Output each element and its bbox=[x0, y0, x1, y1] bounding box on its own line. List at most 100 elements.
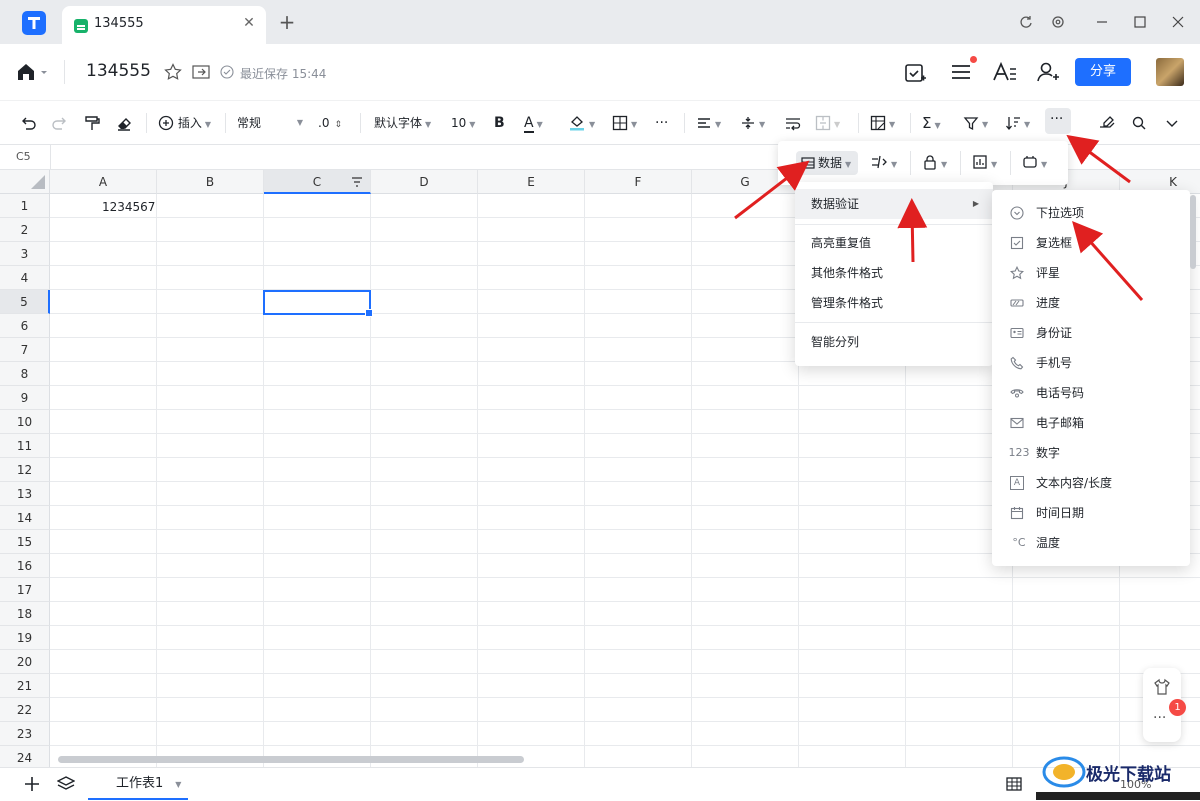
align-left-button[interactable]: ▼ bbox=[696, 113, 721, 133]
undo-icon[interactable] bbox=[20, 113, 36, 133]
column-header-d[interactable]: D bbox=[371, 170, 478, 194]
conditional-format-button[interactable]: ▼ bbox=[870, 113, 895, 133]
row-header-12[interactable]: 12 bbox=[0, 458, 50, 482]
submenu-item-text[interactable]: A 文本内容/长度 bbox=[992, 468, 1190, 498]
row-header-7[interactable]: 7 bbox=[0, 338, 50, 362]
row-header-8[interactable]: 8 bbox=[0, 362, 50, 386]
row-header-24[interactable]: 24 bbox=[0, 746, 50, 767]
sheet-list-icon[interactable] bbox=[57, 776, 75, 792]
row-header-5[interactable]: 5 bbox=[0, 290, 50, 314]
row-header-11[interactable]: 11 bbox=[0, 434, 50, 458]
data-button[interactable]: 数据 ▼ bbox=[796, 151, 858, 175]
font-style-icon[interactable] bbox=[992, 61, 1018, 83]
shirt-icon[interactable] bbox=[1153, 678, 1171, 696]
app-logo-icon[interactable] bbox=[22, 11, 46, 35]
sheet-tab-1[interactable]: 工作表1 ▼ bbox=[88, 768, 188, 800]
horizontal-scrollbar[interactable] bbox=[58, 756, 524, 763]
sort-button[interactable]: ▼ bbox=[1005, 113, 1030, 133]
submenu-item-progress[interactable]: 进度 bbox=[992, 288, 1190, 318]
add-collaborator-icon[interactable] bbox=[1036, 61, 1060, 83]
row-header-14[interactable]: 14 bbox=[0, 506, 50, 530]
collapse-toolbar-icon[interactable] bbox=[1164, 113, 1180, 133]
maximize-icon[interactable] bbox=[1130, 12, 1150, 32]
assistant-icon[interactable] bbox=[1098, 113, 1116, 133]
redo-icon[interactable] bbox=[52, 113, 68, 133]
cell-a1[interactable]: 12345678 bbox=[102, 200, 156, 214]
row-header-22[interactable]: 22 bbox=[0, 698, 50, 722]
chart-button[interactable]: ▼ bbox=[972, 154, 997, 170]
row-header-16[interactable]: 16 bbox=[0, 554, 50, 578]
row-header-18[interactable]: 18 bbox=[0, 602, 50, 626]
more-tools-button[interactable]: ··· bbox=[1045, 108, 1071, 134]
move-to-icon[interactable] bbox=[192, 64, 210, 80]
vertical-scrollbar[interactable] bbox=[1190, 195, 1196, 269]
menu-item-manage-conditional-format[interactable]: 管理条件格式 bbox=[795, 288, 993, 318]
document-title[interactable]: 134555 bbox=[86, 61, 151, 81]
plugin-button[interactable]: ▼ bbox=[1022, 154, 1047, 170]
grid-view-icon[interactable] bbox=[1006, 777, 1022, 791]
filter-button[interactable]: ▼ bbox=[963, 113, 988, 133]
row-header-17[interactable]: 17 bbox=[0, 578, 50, 602]
fill-color-button[interactable]: ▼ bbox=[568, 113, 595, 133]
minimize-icon[interactable] bbox=[1092, 12, 1112, 32]
submenu-item-dropdown-circle[interactable]: 下拉选项 bbox=[992, 198, 1190, 228]
row-header-20[interactable]: 20 bbox=[0, 650, 50, 674]
settings-gear-icon[interactable] bbox=[1048, 12, 1068, 32]
new-tab-button[interactable]: + bbox=[277, 10, 297, 34]
wrap-text-icon[interactable] bbox=[784, 113, 802, 133]
submenu-item-checkbox[interactable]: 复选框 bbox=[992, 228, 1190, 258]
tab-close-icon[interactable]: ✕ bbox=[240, 15, 258, 31]
column-header-a[interactable]: A bbox=[50, 170, 157, 194]
home-icon[interactable] bbox=[16, 62, 50, 82]
search-icon[interactable] bbox=[1131, 113, 1147, 133]
row-header-15[interactable]: 15 bbox=[0, 530, 50, 554]
menu-item-data-validation[interactable]: 数据验证 ▶ bbox=[795, 189, 993, 219]
vertical-align-button[interactable]: ▼ bbox=[740, 113, 765, 133]
font-family-select[interactable]: 默认字体 ▼ bbox=[374, 113, 431, 133]
selected-cell-c5[interactable] bbox=[263, 290, 373, 317]
row-header-10[interactable]: 10 bbox=[0, 410, 50, 434]
number-format-select[interactable]: 常规 ▼ bbox=[237, 113, 303, 133]
cell-reference[interactable]: C5 bbox=[16, 150, 31, 163]
sum-button[interactable]: Σ ▼ bbox=[922, 113, 941, 133]
close-window-icon[interactable] bbox=[1168, 12, 1188, 32]
row-header-1[interactable]: 1 bbox=[0, 194, 50, 218]
submenu-item-telephone[interactable]: 电话号码 bbox=[992, 378, 1190, 408]
select-all-corner[interactable] bbox=[0, 170, 50, 194]
refresh-icon[interactable] bbox=[1016, 12, 1036, 32]
row-header-6[interactable]: 6 bbox=[0, 314, 50, 338]
format-painter-icon[interactable] bbox=[84, 113, 100, 133]
menu-item-other-conditional-format[interactable]: 其他条件格式 bbox=[795, 258, 993, 288]
star-icon[interactable] bbox=[164, 63, 182, 81]
merge-cells-button[interactable]: ▼ bbox=[815, 113, 840, 133]
row-header-2[interactable]: 2 bbox=[0, 218, 50, 242]
column-header-f[interactable]: F bbox=[585, 170, 692, 194]
submenu-item-number[interactable]: 123 数字 bbox=[992, 438, 1190, 468]
row-header-3[interactable]: 3 bbox=[0, 242, 50, 266]
more-icon[interactable]: ··· bbox=[1153, 710, 1166, 726]
row-header-9[interactable]: 9 bbox=[0, 386, 50, 410]
submenu-item-phone[interactable]: 手机号 bbox=[992, 348, 1190, 378]
lock-button[interactable]: ▼ bbox=[922, 154, 947, 170]
decimal-stepper[interactable]: .0 ⇕ bbox=[318, 113, 342, 133]
insert-button[interactable]: 插入 ▼ bbox=[158, 113, 211, 133]
font-size-select[interactable]: 10 ▼ bbox=[451, 113, 475, 133]
submenu-item-id-card[interactable]: 身份证 bbox=[992, 318, 1190, 348]
clear-format-icon[interactable] bbox=[116, 113, 132, 133]
font-color-button[interactable]: A ▼ bbox=[524, 113, 543, 133]
submenu-item-calendar[interactable]: 时间日期 bbox=[992, 498, 1190, 528]
submenu-item-star[interactable]: 评星 bbox=[992, 258, 1190, 288]
merge-more-icon[interactable]: ··· bbox=[655, 113, 668, 133]
border-button[interactable]: ▼ bbox=[612, 113, 637, 133]
row-header-21[interactable]: 21 bbox=[0, 674, 50, 698]
column-header-b[interactable]: B bbox=[157, 170, 264, 194]
menu-item-highlight-duplicates[interactable]: 高亮重复值 bbox=[795, 228, 993, 258]
menu-item-smart-split[interactable]: 智能分列 bbox=[795, 327, 993, 357]
row-header-23[interactable]: 23 bbox=[0, 722, 50, 746]
menu-icon[interactable] bbox=[950, 62, 972, 82]
submenu-item-temperature[interactable]: °C 温度 bbox=[992, 528, 1190, 558]
row-header-4[interactable]: 4 bbox=[0, 266, 50, 290]
column-header-e[interactable]: E bbox=[478, 170, 585, 194]
smart-tool-button[interactable]: ▼ bbox=[870, 154, 897, 170]
row-header-13[interactable]: 13 bbox=[0, 482, 50, 506]
